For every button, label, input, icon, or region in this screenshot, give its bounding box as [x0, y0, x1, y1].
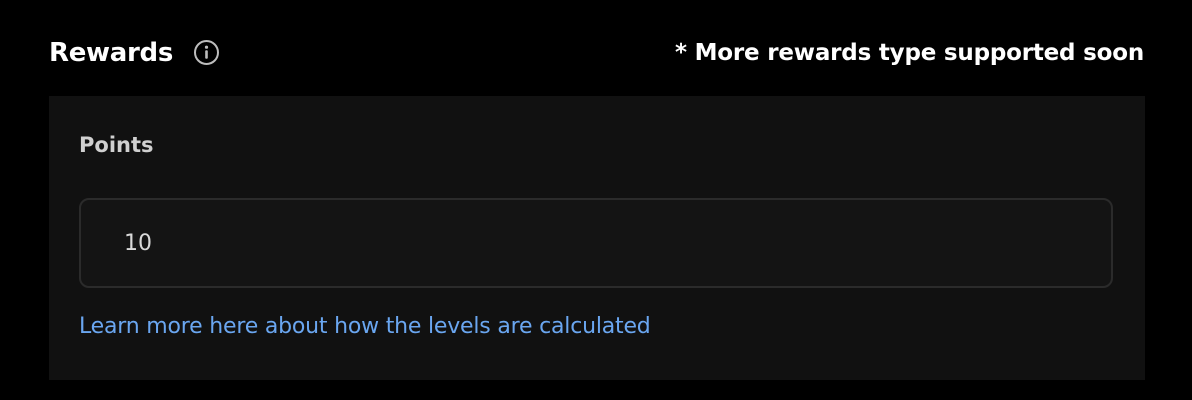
rewards-title: Rewards	[49, 38, 174, 68]
learn-more-link[interactable]: Learn more here about how the levels are…	[79, 312, 651, 342]
points-input[interactable]	[79, 198, 1113, 288]
rewards-panel: Points Learn more here about how the lev…	[49, 96, 1145, 380]
rewards-note: * More rewards type supported soon	[674, 40, 1144, 66]
info-circle-icon	[194, 40, 219, 65]
info-icon[interactable]	[193, 39, 220, 66]
points-label: Points	[79, 133, 154, 157]
rewards-section: Rewards * More rewards type supported so…	[0, 0, 1192, 400]
